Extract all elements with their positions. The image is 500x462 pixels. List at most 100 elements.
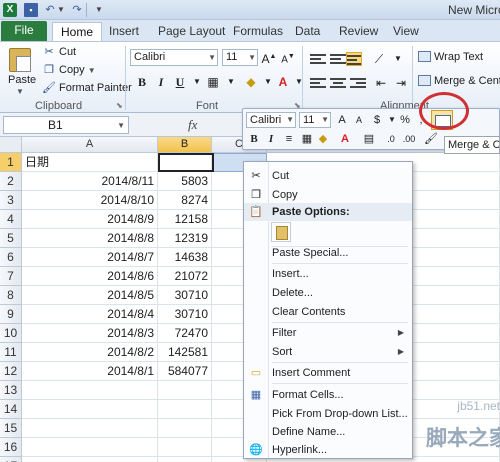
tab-file[interactable]: File [1, 21, 47, 41]
merge-center-button[interactable]: Merge & Cente [418, 75, 500, 87]
tab-home[interactable]: Home [52, 22, 103, 41]
mini-font-name-select[interactable]: Calibri ▼ [246, 112, 296, 128]
align-middle-icon[interactable] [330, 52, 346, 66]
undo-dropdown-icon[interactable]: ▼ [57, 3, 65, 17]
copy-dropdown-icon[interactable]: ▼ [88, 66, 96, 75]
mini-increase-decimal-icon[interactable]: .00 [401, 131, 417, 147]
cell-a[interactable] [22, 400, 158, 419]
cell-b[interactable] [158, 457, 212, 462]
cell-a[interactable] [22, 457, 158, 462]
tab-review[interactable]: Review [331, 22, 386, 41]
format-painter-button[interactable]: 🖌 Format Painter [42, 80, 132, 96]
fill-color-icon[interactable]: ◆ [242, 73, 260, 91]
customize-qat-icon[interactable]: ▼ [92, 3, 106, 17]
cell-a[interactable]: 2014/8/4 [22, 305, 158, 324]
mini-fill-color-icon[interactable]: ◆ [315, 131, 331, 147]
borders-icon[interactable]: ▦ [204, 73, 222, 91]
align-top-icon[interactable] [310, 52, 326, 66]
cell-a[interactable]: 日期 [22, 153, 158, 172]
menu-item-format-cells[interactable]: ▦ Format Cells... [244, 386, 412, 404]
cell-a[interactable]: 2014/8/10 [22, 191, 158, 210]
tab-formulas[interactable]: Formulas [225, 22, 291, 41]
cell-a[interactable]: 2014/8/1 [22, 362, 158, 381]
mini-font-color-icon[interactable]: A [337, 131, 353, 147]
cell-b[interactable]: 12319 [158, 229, 212, 248]
menu-item-sort[interactable]: Sort ▶ [244, 343, 412, 361]
undo-icon[interactable]: ↶ [43, 3, 57, 17]
font-size-select[interactable]: 11 ▼ [222, 49, 258, 66]
cell-a[interactable]: 2014/8/9 [22, 210, 158, 229]
cell-b[interactable]: 5803 [158, 172, 212, 191]
clipboard-launcher-icon[interactable]: ⬊ [116, 101, 123, 110]
row-header[interactable]: 14 [0, 400, 22, 419]
mini-borders-icon[interactable]: ▦ [299, 131, 315, 147]
align-right-icon[interactable] [350, 76, 366, 90]
cell-a[interactable] [22, 438, 158, 457]
row-header[interactable]: 2 [0, 172, 22, 191]
menu-item-paste-special[interactable]: Paste Special... [244, 244, 412, 262]
mini-font-size-select[interactable]: 11 ▼ [299, 112, 331, 128]
redo-icon[interactable]: ↷ [70, 3, 84, 17]
cell-a[interactable]: 2014/8/8 [22, 229, 158, 248]
font-color-dropdown-icon[interactable]: ▼ [290, 73, 308, 91]
menu-item-pick-from-list[interactable]: Pick From Drop-down List... [244, 405, 412, 423]
paste-icon[interactable] [9, 48, 31, 72]
menu-item-insert-comment[interactable]: ▭ Insert Comment [244, 364, 412, 382]
grow-font-icon[interactable]: A▲ [260, 48, 278, 66]
decrease-indent-icon[interactable]: ⇤ [372, 74, 390, 92]
column-header-a[interactable]: A [22, 137, 158, 153]
cell-b[interactable]: 21072 [158, 267, 212, 286]
align-left-icon[interactable] [310, 76, 326, 90]
mini-number-format-icon[interactable]: ▤ [361, 131, 377, 147]
orientation-dropdown-icon[interactable]: ▼ [389, 50, 407, 68]
cell-b[interactable]: 30710 [158, 305, 212, 324]
row-header[interactable]: 11 [0, 343, 22, 362]
menu-item-clear-contents[interactable]: Clear Contents [244, 303, 412, 321]
wrap-text-button[interactable]: Wrap Text [418, 51, 483, 63]
cell-a[interactable] [22, 381, 158, 400]
orientation-icon[interactable]: ⟋ [370, 50, 388, 68]
row-header[interactable]: 16 [0, 438, 22, 457]
row-header[interactable]: 9 [0, 305, 22, 324]
insert-function-icon[interactable]: fx [188, 117, 197, 133]
row-header[interactable]: 3 [0, 191, 22, 210]
cell-a[interactable]: 2014/8/3 [22, 324, 158, 343]
mini-shrink-font-icon[interactable]: A [351, 112, 367, 128]
menu-item-cut[interactable]: ✂ Cut [244, 167, 412, 185]
row-header[interactable]: 12 [0, 362, 22, 381]
tab-insert[interactable]: Insert [101, 22, 147, 41]
mini-italic-button[interactable]: I [263, 131, 279, 147]
cell-a[interactable]: 2014/8/7 [22, 248, 158, 267]
mini-align-center-icon[interactable]: ≡ [281, 131, 297, 147]
save-icon[interactable]: ▪ [24, 3, 38, 17]
menu-item-copy[interactable]: ❐ Copy [244, 186, 412, 204]
copy-button[interactable]: ❐ Copy ▼ [42, 62, 96, 78]
font-name-select[interactable]: Calibri ▼ [130, 49, 218, 66]
cell-b[interactable] [158, 381, 212, 400]
cell-b[interactable]: 14638 [158, 248, 212, 267]
menu-item-hyperlink[interactable]: 🌐 Hyperlink... [244, 441, 412, 459]
row-header[interactable]: 17 [0, 457, 22, 462]
cell-a[interactable]: 2014/8/5 [22, 286, 158, 305]
row-header[interactable]: 7 [0, 267, 22, 286]
align-center-icon[interactable] [330, 76, 346, 90]
bold-button[interactable]: B [133, 73, 151, 91]
cell-b[interactable] [158, 438, 212, 457]
cut-button[interactable]: ✂ Cut [42, 44, 76, 60]
mini-decrease-decimal-icon[interactable]: .0 [383, 131, 399, 147]
paste-dropdown-icon[interactable]: ▼ [16, 87, 24, 96]
row-header[interactable]: 5 [0, 229, 22, 248]
paste-button-label[interactable]: Paste [8, 74, 36, 86]
menu-item-filter[interactable]: Filter ▶ [244, 324, 412, 342]
cell-a[interactable]: 2014/8/2 [22, 343, 158, 362]
cell-b[interactable]: 12158 [158, 210, 212, 229]
cell-b[interactable]: 584077 [158, 362, 212, 381]
cell-b[interactable] [158, 400, 212, 419]
tab-page-layout[interactable]: Page Layout [150, 22, 233, 41]
row-header[interactable]: 1 [0, 153, 22, 172]
paste-option-default[interactable] [271, 222, 291, 242]
select-all-corner[interactable] [0, 137, 22, 153]
cell-a[interactable]: 2014/8/11 [22, 172, 158, 191]
align-bottom-icon[interactable] [346, 52, 362, 66]
row-header[interactable]: 10 [0, 324, 22, 343]
